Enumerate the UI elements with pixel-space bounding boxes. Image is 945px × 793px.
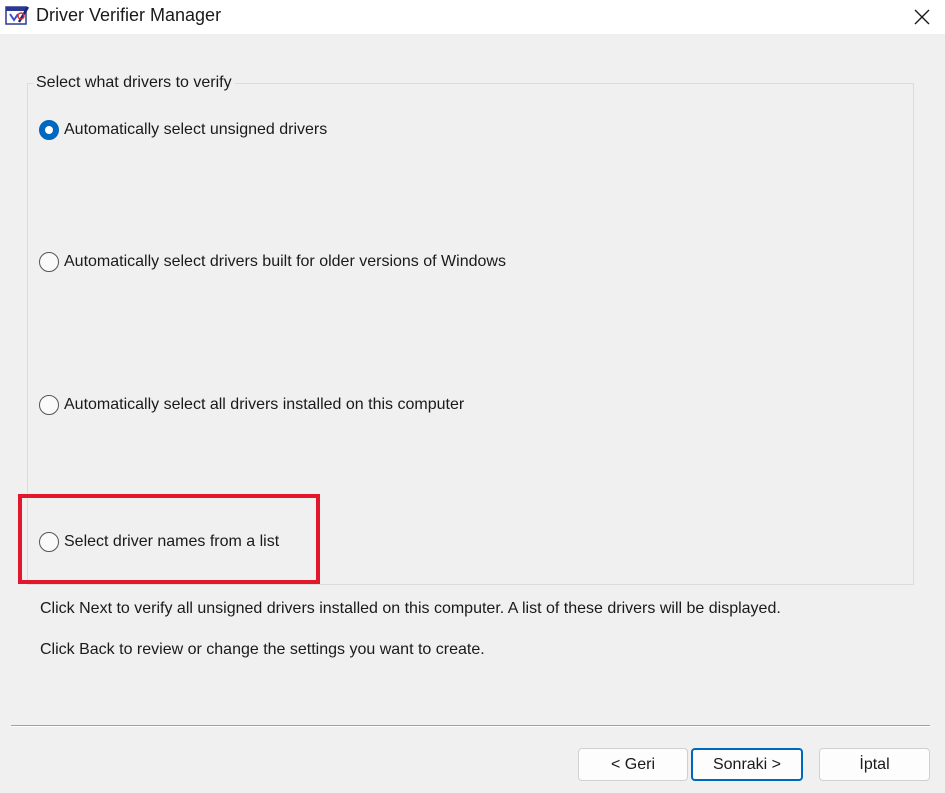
option-older-windows-drivers[interactable]: Automatically select drivers built for o… [39,251,506,273]
separator [11,725,930,727]
close-icon [914,9,930,25]
cancel-button[interactable]: İptal [819,748,930,781]
driver-verifier-icon [5,4,31,28]
title-bar: Driver Verifier Manager [0,0,945,34]
radio-button[interactable] [39,120,59,140]
window-title: Driver Verifier Manager [36,5,222,25]
option-unsigned-drivers[interactable]: Automatically select unsigned drivers [39,119,327,141]
info-text-back: Click Back to review or change the setti… [40,641,485,658]
back-button[interactable]: < Geri [578,748,688,781]
radio-button[interactable] [39,252,59,272]
option-label: Automatically select unsigned drivers [64,121,328,138]
option-label: Automatically select drivers built for o… [64,253,506,270]
group-legend: Select what drivers to verify [33,74,235,92]
close-button[interactable] [899,0,945,34]
highlight-box [18,494,320,584]
next-button[interactable]: Sonraki > [691,748,803,781]
radio-button[interactable] [39,395,59,415]
info-text-next: Click Next to verify all unsigned driver… [40,600,781,617]
option-all-drivers[interactable]: Automatically select all drivers install… [39,394,464,416]
option-label: Automatically select all drivers install… [64,396,465,413]
